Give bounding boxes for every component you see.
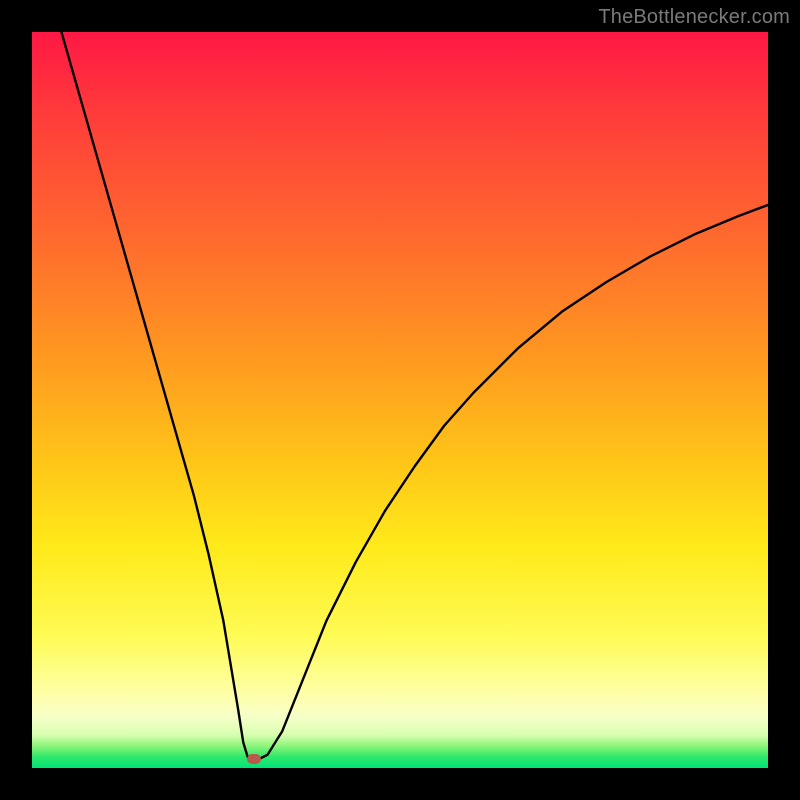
gradient-plot-area <box>32 32 768 768</box>
bottleneck-curve <box>32 32 768 768</box>
chart-frame: TheBottlenecker.com <box>0 0 800 800</box>
watermark-text: TheBottlenecker.com <box>598 6 790 29</box>
optimal-point-marker <box>247 754 261 764</box>
